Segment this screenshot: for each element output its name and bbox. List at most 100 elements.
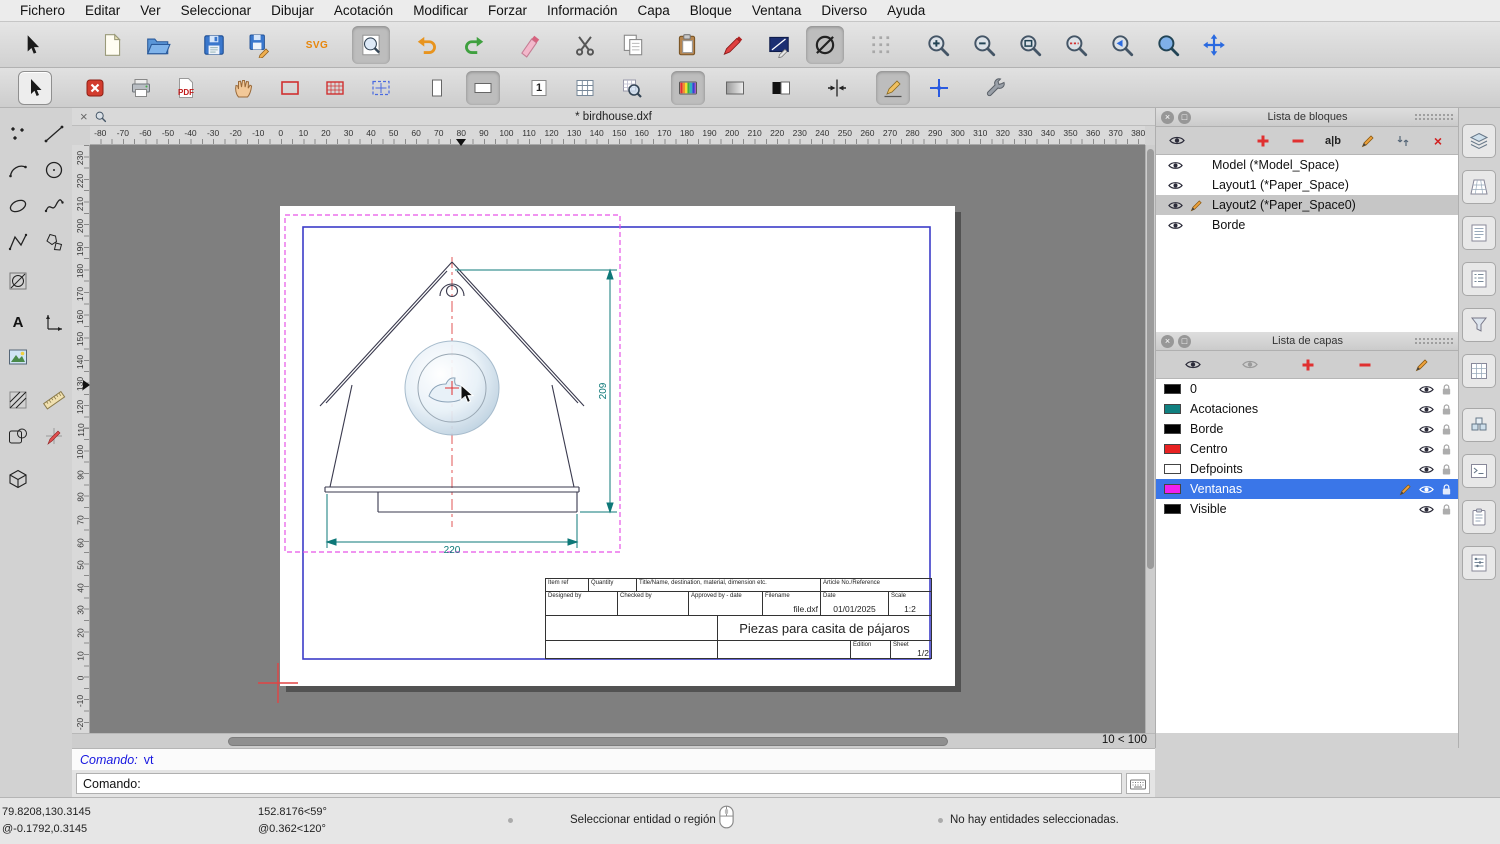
zoom-grid-button[interactable]: [615, 71, 649, 105]
save-button[interactable]: [195, 26, 233, 64]
menu-item[interactable]: Ver: [130, 3, 170, 18]
new-file-button[interactable]: [93, 26, 131, 64]
add-layer-button[interactable]: [1293, 354, 1323, 376]
delete-block-button[interactable]: ×: [1423, 130, 1453, 152]
add-block-button[interactable]: [1248, 130, 1278, 152]
draw-border-button[interactable]: [273, 71, 307, 105]
open-file-button[interactable]: [139, 26, 177, 64]
layer-list-item[interactable]: Centro: [1156, 439, 1459, 459]
dock-matrix-button[interactable]: [1462, 354, 1496, 388]
settings-tools-button[interactable]: [979, 71, 1013, 105]
print-preview-button[interactable]: [352, 26, 390, 64]
edit-block-button[interactable]: [1353, 130, 1383, 152]
drawing-canvas[interactable]: 209 220 Item ref Quantity Title/Name, de…: [90, 145, 1145, 733]
layer-lock-icon[interactable]: [1441, 443, 1452, 456]
polyline-tool[interactable]: [2, 226, 34, 258]
menu-item[interactable]: Ayuda: [877, 3, 935, 18]
hatch-circle-tool[interactable]: [2, 265, 34, 297]
menu-item[interactable]: Fichero: [10, 3, 75, 18]
ellipse-tool[interactable]: [2, 190, 34, 222]
zoom-window-button[interactable]: [1149, 26, 1187, 64]
panel-close-button[interactable]: ×: [1161, 335, 1174, 348]
delete-button[interactable]: [511, 26, 549, 64]
line-tool[interactable]: [38, 118, 70, 150]
keyboard-toggle-button[interactable]: [1126, 773, 1150, 794]
command-input[interactable]: [144, 774, 1121, 793]
viewport-landscape-button[interactable]: [466, 71, 500, 105]
menu-item[interactable]: Ventana: [742, 3, 812, 18]
panel-drag-grip[interactable]: [1414, 113, 1454, 122]
layer-lock-icon[interactable]: [1441, 403, 1452, 416]
isometric-tool[interactable]: [2, 463, 34, 495]
dock-list-button[interactable]: [1462, 262, 1496, 296]
layer-lock-icon[interactable]: [1441, 463, 1452, 476]
show-all-layers-button[interactable]: [1178, 354, 1208, 376]
menu-item[interactable]: Editar: [75, 3, 130, 18]
panel-close-button[interactable]: ×: [1161, 111, 1174, 124]
insert-block-button[interactable]: [1388, 130, 1418, 152]
centerline-button[interactable]: [820, 71, 854, 105]
single-page-button[interactable]: 1: [522, 71, 556, 105]
command-input-wrap[interactable]: Comando:: [76, 773, 1122, 794]
show-all-blocks-button[interactable]: [1162, 130, 1192, 152]
block-visibility-icon[interactable]: [1168, 160, 1183, 171]
layer-list-item[interactable]: Visible: [1156, 499, 1459, 519]
crosshair-button[interactable]: [922, 71, 956, 105]
vertical-scrollbar[interactable]: [1145, 145, 1155, 733]
panel-drag-grip[interactable]: [1414, 337, 1454, 346]
spline-tool[interactable]: [38, 190, 70, 222]
color-palette-button[interactable]: [671, 71, 705, 105]
undo-button[interactable]: [408, 26, 446, 64]
layer-visibility-icon[interactable]: [1419, 384, 1434, 395]
snap-tool[interactable]: [38, 420, 70, 452]
panel-float-button[interactable]: □: [1178, 111, 1191, 124]
layer-visibility-icon[interactable]: [1419, 444, 1434, 455]
zoom-out-button[interactable]: [965, 26, 1003, 64]
pan-hand-button[interactable]: [226, 71, 260, 105]
menu-item[interactable]: Capa: [628, 3, 680, 18]
pdf-export-button[interactable]: PDF: [169, 71, 203, 105]
block-list-item[interactable]: Layout2 (*Paper_Space0): [1156, 195, 1459, 215]
circle-tool[interactable]: [38, 154, 70, 186]
contrast-button[interactable]: [764, 71, 798, 105]
layer-visibility-icon[interactable]: [1419, 464, 1434, 475]
print-button[interactable]: [124, 71, 158, 105]
hatch-tool[interactable]: [2, 384, 34, 416]
layer-lock-icon[interactable]: [1441, 383, 1452, 396]
dock-filter-button[interactable]: [1462, 308, 1496, 342]
measure-tool[interactable]: [38, 384, 70, 416]
select-button[interactable]: [13, 26, 51, 64]
menu-item[interactable]: Forzar: [478, 3, 537, 18]
viewport-crosshair-button[interactable]: [364, 71, 398, 105]
draft-line-button[interactable]: [876, 71, 910, 105]
grid-dots-button[interactable]: [862, 26, 900, 64]
remove-layer-button[interactable]: [1350, 354, 1380, 376]
save-as-button[interactable]: [241, 26, 279, 64]
horizontal-scrollbar[interactable]: [228, 737, 948, 746]
layer-lock-icon[interactable]: [1441, 423, 1452, 436]
block-list-item[interactable]: Borde: [1156, 215, 1459, 235]
layer-list-item[interactable]: Acotaciones: [1156, 399, 1459, 419]
pan-button[interactable]: [1195, 26, 1233, 64]
arc-tool[interactable]: [2, 154, 34, 186]
image-tool[interactable]: [2, 341, 34, 373]
close-drawing-button[interactable]: [78, 71, 112, 105]
paste-button[interactable]: [668, 26, 706, 64]
dimension-tool[interactable]: [38, 306, 70, 338]
svg-export-button[interactable]: SVG: [298, 26, 336, 64]
menu-item[interactable]: Bloque: [680, 3, 742, 18]
dock-blocks-button[interactable]: [1462, 408, 1496, 442]
pen-edit-button[interactable]: [714, 26, 752, 64]
polygon-tool[interactable]: [38, 226, 70, 258]
dock-commands-button[interactable]: [1462, 454, 1496, 488]
copy-button[interactable]: [614, 26, 652, 64]
shape-tool[interactable]: [2, 420, 34, 452]
edit-layer-button[interactable]: [1407, 354, 1437, 376]
layer-list-item[interactable]: 0: [1156, 379, 1459, 399]
dock-page-button[interactable]: [1462, 216, 1496, 250]
block-list-item[interactable]: Layout1 (*Paper_Space): [1156, 175, 1459, 195]
redo-button[interactable]: [455, 26, 493, 64]
block-visibility-icon[interactable]: [1168, 220, 1183, 231]
layer-visibility-icon[interactable]: [1419, 424, 1434, 435]
rename-block-button[interactable]: a|b: [1318, 130, 1348, 152]
